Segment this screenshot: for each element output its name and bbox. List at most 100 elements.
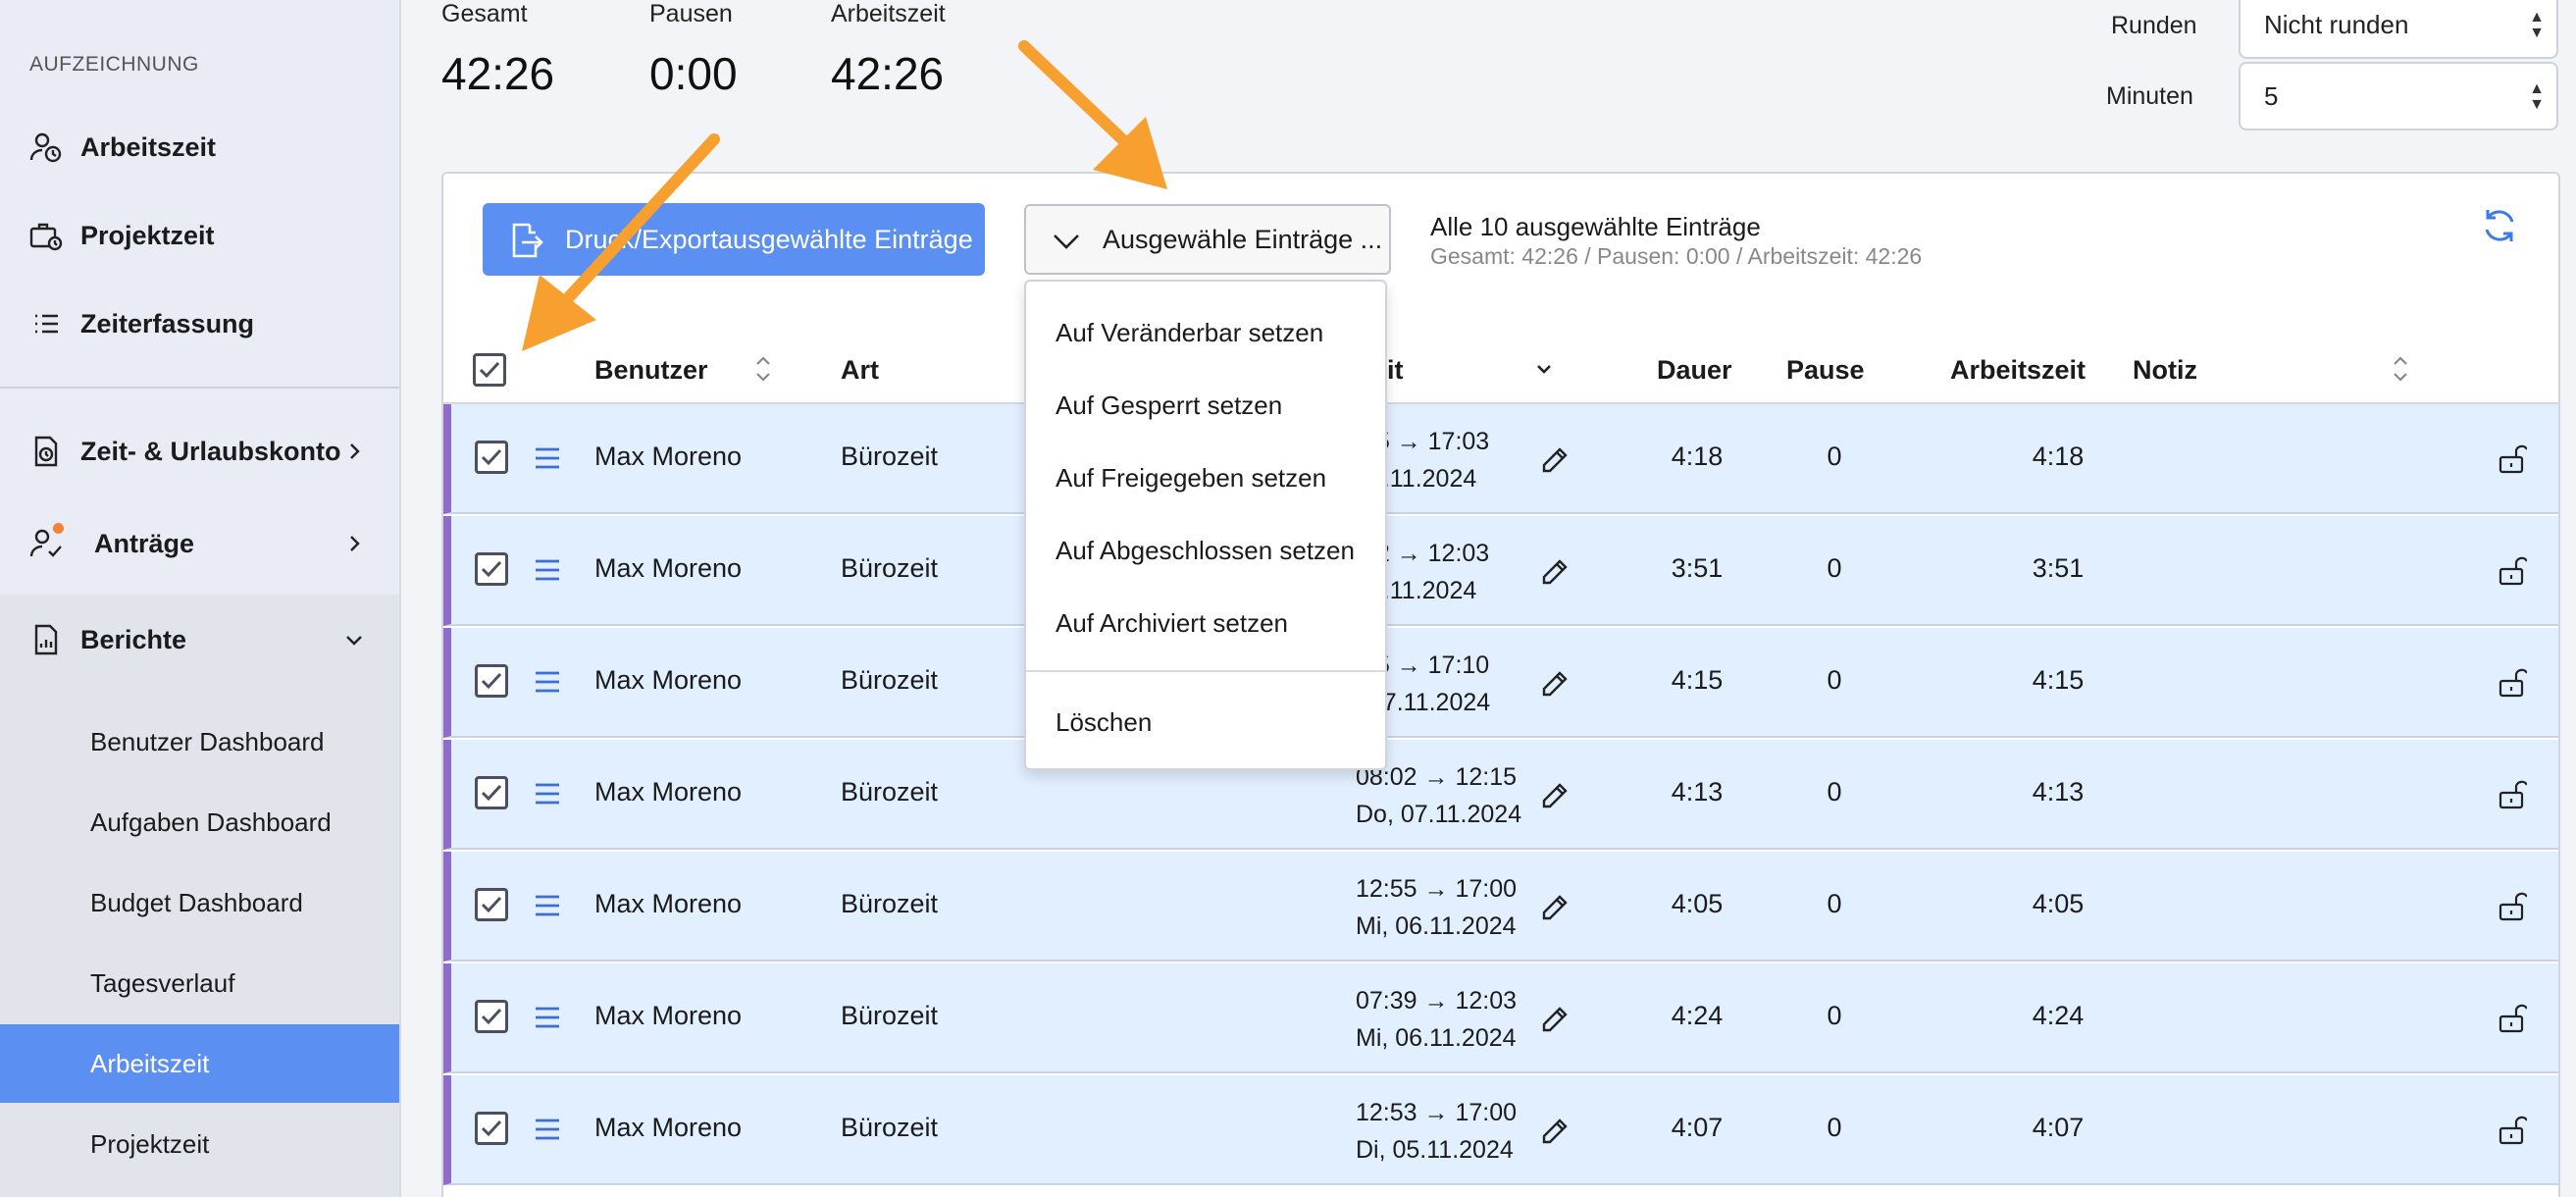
row-time-range: 07:39 → 12:03 [1356, 987, 1518, 1015]
menu-item-abgeschlossen[interactable]: Auf Abgeschlossen setzen [1056, 536, 1355, 566]
runden-label: Runden [2111, 12, 2197, 39]
row-worktime: 4:15 [2032, 665, 2085, 695]
row-checkbox[interactable] [475, 664, 508, 698]
arbeitszeit-label: Arbeitszeit [831, 0, 946, 27]
sidebar-item-arbeitszeit[interactable]: Arbeitszeit [0, 113, 399, 182]
report-icon [27, 621, 65, 658]
table-row[interactable]: Max Moreno Bürozeit 12:53 → 17:00 Di, 05… [443, 1075, 2558, 1185]
menu-item-loeschen[interactable]: Löschen [1056, 707, 1152, 738]
edit-pencil-icon[interactable] [1540, 1117, 1570, 1146]
table-row[interactable]: Max Moreno Bürozeit :45 → 17:03 08.11.20… [443, 404, 2558, 514]
column-header-dauer[interactable]: Dauer [1657, 355, 1732, 386]
edit-pencil-icon[interactable] [1540, 445, 1570, 475]
row-type: Bürozeit [841, 442, 939, 471]
column-header-arbeitszeit[interactable]: Arbeitszeit [1950, 355, 2086, 386]
menu-icon[interactable] [534, 893, 561, 918]
sidebar-item-zeit-urlaubskonto[interactable]: Zeit- & Urlaubskonto [0, 417, 399, 486]
sidebar-divider [0, 387, 399, 389]
column-header-pause[interactable]: Pause [1786, 355, 1865, 386]
menu-icon[interactable] [534, 557, 561, 583]
edit-pencil-icon[interactable] [1540, 669, 1570, 699]
sidebar-item-label: Berichte [80, 624, 187, 654]
row-checkbox[interactable] [475, 776, 508, 809]
row-type: Bürozeit [841, 1001, 939, 1030]
unlock-icon[interactable] [2498, 777, 2527, 810]
row-pause: 0 [1827, 777, 1842, 807]
row-type: Bürozeit [841, 665, 939, 695]
table-row[interactable]: Max Moreno Bürozeit 08:02 → 12:15 Do, 07… [443, 740, 2558, 850]
selected-actions-label: Ausgewähle Einträge ... [1103, 224, 1383, 254]
column-header-zeit[interactable]: it [1387, 355, 1404, 386]
unlock-icon[interactable] [2498, 889, 2527, 922]
notification-dot [53, 523, 64, 534]
unlock-icon[interactable] [2498, 442, 2527, 475]
row-checkbox[interactable] [475, 1000, 508, 1033]
row-worktime: 4:05 [2032, 889, 2085, 918]
minuten-label: Minuten [2106, 82, 2193, 110]
row-worktime: 4:13 [2032, 777, 2085, 807]
sidebar-item-berichte[interactable]: Berichte [0, 605, 399, 674]
row-checkbox[interactable] [475, 441, 508, 474]
row-checkbox[interactable] [475, 888, 508, 921]
sidebar-item-antraege[interactable]: Anträge [0, 509, 399, 578]
row-date: Do, 07.11.2024 [1356, 801, 1522, 828]
row-checkbox[interactable] [475, 552, 508, 586]
row-pause: 0 [1827, 1113, 1842, 1142]
menu-icon[interactable] [534, 781, 561, 807]
column-header-notiz[interactable]: Notiz [2133, 355, 2197, 386]
select-all-checkbox[interactable] [473, 353, 506, 387]
row-user: Max Moreno [594, 442, 743, 471]
row-duration: 4:13 [1671, 777, 1724, 807]
sort-icon[interactable] [2391, 353, 2410, 385]
selected-actions-button[interactable]: Ausgewähle Einträge ... [1024, 204, 1391, 275]
sidebar-subitem-tagesverlauf[interactable]: Tagesverlauf [0, 944, 399, 1022]
menu-icon[interactable] [534, 1005, 561, 1030]
selected-actions-menu: Auf Veränderbar setzen Auf Gesperrt setz… [1024, 280, 1387, 770]
menu-icon[interactable] [534, 669, 561, 695]
user-clock-icon [27, 129, 65, 166]
sort-icon[interactable] [753, 353, 773, 385]
menu-icon[interactable] [534, 1117, 561, 1142]
sort-desc-icon[interactable] [1534, 359, 1554, 379]
chevron-down-icon [346, 636, 362, 646]
sidebar-subitem-aufgaben-dashboard[interactable]: Aufgaben Dashboard [0, 783, 399, 861]
unlock-icon[interactable] [2498, 553, 2527, 587]
column-header-art[interactable]: Art [841, 355, 879, 386]
sidebar-subitem-projektzeit[interactable]: Projektzeit [0, 1105, 399, 1183]
arbeitszeit-value: 42:26 [831, 48, 945, 99]
menu-item-veraenderbar[interactable]: Auf Veränderbar setzen [1056, 318, 1323, 348]
sidebar-section-label: AUFZEICHNUNG [29, 53, 199, 76]
edit-pencil-icon[interactable] [1540, 781, 1570, 810]
minuten-select[interactable]: 5 ▲ ▼ [2239, 62, 2558, 130]
table-row[interactable]: Max Moreno Bürozeit :12 → 12:03 08.11.20… [443, 516, 2558, 626]
edit-pencil-icon[interactable] [1540, 893, 1570, 922]
unlock-icon[interactable] [2498, 1001, 2527, 1034]
table-row[interactable]: Max Moreno Bürozeit :55 → 17:10 , 07.11.… [443, 628, 2558, 738]
menu-item-freigegeben[interactable]: Auf Freigegeben setzen [1056, 463, 1326, 494]
sidebar-item-projektzeit[interactable]: Projektzeit [0, 201, 399, 270]
row-duration: 4:24 [1671, 1001, 1724, 1030]
unlock-icon[interactable] [2498, 665, 2527, 699]
sidebar-subitem-budget-dashboard[interactable]: Budget Dashboard [0, 863, 399, 942]
table-row[interactable]: Max Moreno Bürozeit 07:39 → 12:03 Mi, 06… [443, 963, 2558, 1073]
row-type: Bürozeit [841, 777, 939, 807]
chevron-right-icon [350, 443, 360, 459]
chevron-down-icon [1054, 234, 1079, 249]
row-type: Bürozeit [841, 553, 939, 583]
unlock-icon[interactable] [2498, 1113, 2527, 1146]
menu-item-archiviert[interactable]: Auf Archiviert setzen [1056, 608, 1288, 639]
row-time-range: 12:53 → 17:00 [1356, 1099, 1518, 1126]
table-row[interactable]: Max Moreno Bürozeit 12:55 → 17:00 Mi, 06… [443, 852, 2558, 962]
row-worktime: 4:07 [2032, 1113, 2085, 1142]
gesamt-value: 42:26 [441, 48, 555, 99]
edit-pencil-icon[interactable] [1540, 557, 1570, 587]
sidebar-subitem-arbeitszeit[interactable]: Arbeitszeit [0, 1024, 399, 1103]
sidebar-subitem-benutzer-dashboard[interactable]: Benutzer Dashboard [0, 703, 399, 781]
menu-item-gesperrt[interactable]: Auf Gesperrt setzen [1056, 390, 1282, 421]
menu-icon[interactable] [534, 445, 561, 471]
edit-pencil-icon[interactable] [1540, 1005, 1570, 1034]
runden-select[interactable]: Nicht runden ▲ ▼ [2239, 0, 2558, 59]
refresh-icon[interactable] [2480, 206, 2519, 245]
sidebar-item-zeiterfassung[interactable]: Zeiterfassung [0, 289, 399, 358]
row-checkbox[interactable] [475, 1112, 508, 1145]
